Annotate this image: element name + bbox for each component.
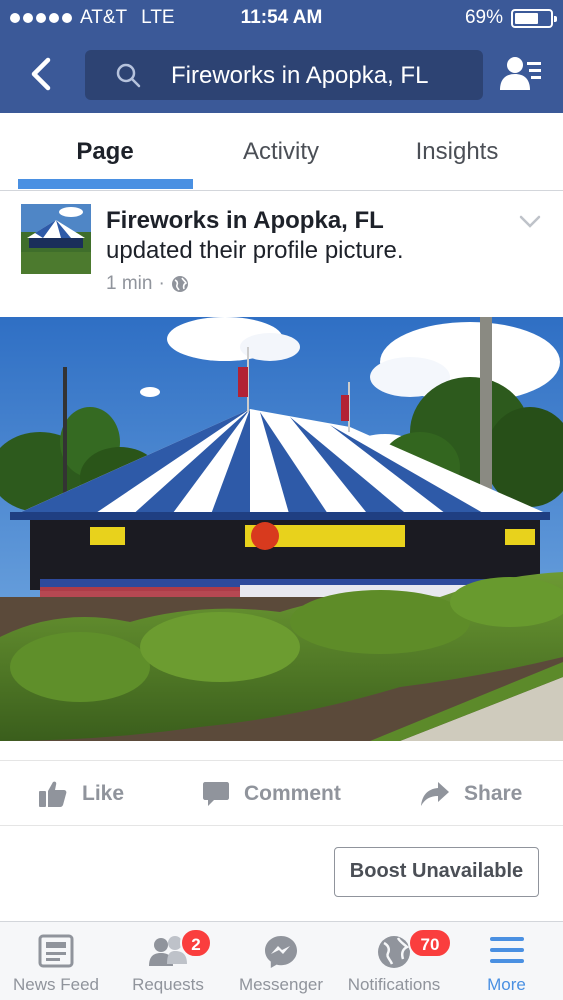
search-input[interactable]: Fireworks in Apopka, FL <box>85 50 483 100</box>
back-button[interactable] <box>24 56 60 92</box>
battery-percent: 69% <box>464 7 503 28</box>
comment-button[interactable]: Comment <box>202 761 341 827</box>
post-action-text: updated their profile picture. <box>106 237 404 264</box>
boost-button[interactable]: Boost Unavailable <box>334 847 539 897</box>
tab-messenger[interactable]: Messenger <box>224 922 338 1000</box>
requests-badge: 2 <box>180 928 212 958</box>
like-label: Like <box>82 782 125 805</box>
tab-notifications-label: Notifications <box>347 975 441 994</box>
tab-requests[interactable]: 2 Requests <box>112 922 224 1000</box>
app-header: AT&T LTE 11:54 AM 69% Fireworks in Apopk… <box>0 0 563 113</box>
comment-label: Comment <box>244 782 341 805</box>
profile-list-icon <box>500 57 541 90</box>
public-globe-icon <box>171 276 188 292</box>
search-query: Fireworks in Apopka, FL <box>171 62 429 89</box>
chevron-down-icon <box>519 215 541 228</box>
page-name[interactable]: Fireworks in Apopka, FL <box>106 207 384 235</box>
tab-requests-label: Requests <box>132 975 204 994</box>
battery-icon <box>511 8 557 28</box>
post-photo[interactable] <box>0 317 563 741</box>
tab-more[interactable]: More <box>450 922 563 1000</box>
active-tab-indicator <box>18 179 193 189</box>
tab-activity[interactable]: Activity <box>193 113 369 191</box>
post-time[interactable]: 1 min <box>106 273 152 295</box>
fireworks-tent-image <box>0 317 563 741</box>
post-header: Fireworks in Apopka, FL updated their pr… <box>0 191 563 317</box>
search-nav: Fireworks in Apopka, FL <box>0 44 563 104</box>
post-actions: Like Comment Share <box>0 760 563 826</box>
tab-messenger-label: Messenger <box>238 975 324 994</box>
share-arrow-icon <box>421 782 449 806</box>
globe-icon <box>378 936 410 968</box>
notifications-badge: 70 <box>408 928 452 958</box>
post-card: Fireworks in Apopka, FL updated their pr… <box>0 191 563 921</box>
search-icon <box>116 63 141 88</box>
messenger-icon <box>265 936 297 968</box>
share-label: Share <box>464 782 523 805</box>
back-arrow-icon <box>31 57 51 91</box>
tab-news-feed-label: News Feed <box>13 975 99 994</box>
tab-insights[interactable]: Insights <box>369 113 545 191</box>
meta-separator: · <box>158 273 165 294</box>
like-button[interactable]: Like <box>38 761 124 827</box>
bottom-tab-bar: News Feed 2 Requests Messenger 70 Notifi… <box>0 921 563 1000</box>
tab-more-label: More <box>487 975 526 994</box>
tab-notifications[interactable]: 70 Notifications <box>338 922 452 1000</box>
status-bar: AT&T LTE 11:54 AM 69% <box>0 0 563 36</box>
share-button[interactable]: Share <box>420 761 522 827</box>
post-options-button[interactable] <box>519 215 541 234</box>
post-meta: 1 min · <box>106 273 189 295</box>
tab-news-feed[interactable]: News Feed <box>0 922 112 1000</box>
profile-list-button[interactable] <box>499 54 543 99</box>
page-avatar-image <box>21 204 91 274</box>
battery-fill <box>515 12 539 24</box>
comment-bubble-icon <box>203 782 229 806</box>
thumbs-up-icon <box>39 781 67 807</box>
news-feed-icon <box>38 934 74 968</box>
page-avatar[interactable] <box>21 204 91 274</box>
menu-icon <box>489 937 524 963</box>
